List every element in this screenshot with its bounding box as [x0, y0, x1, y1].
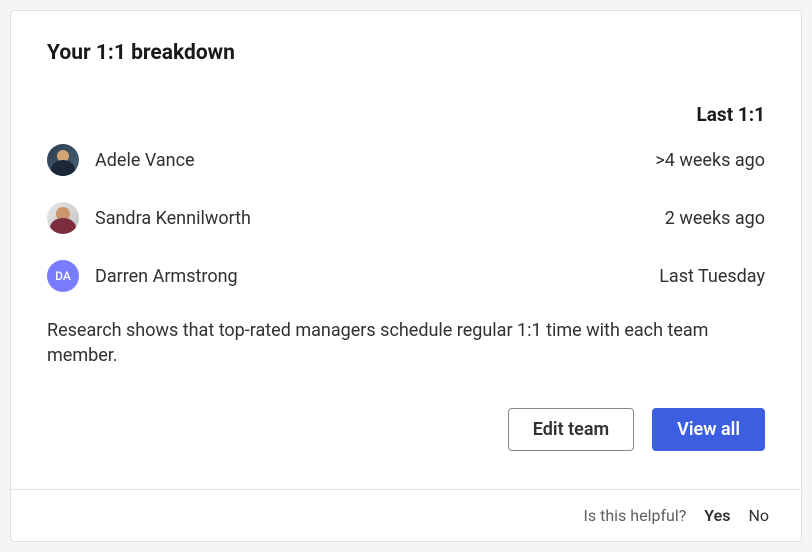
card-title: Your 1:1 breakdown — [47, 41, 765, 65]
helpful-prompt: Is this helpful? — [584, 506, 687, 525]
avatar — [47, 144, 79, 176]
person-left: DA Darren Armstrong — [47, 260, 238, 292]
person-row: Adele Vance >4 weeks ago — [47, 144, 765, 176]
person-last-time: Last Tuesday — [659, 266, 765, 287]
person-name: Sandra Kennilworth — [95, 208, 251, 229]
avatar — [47, 202, 79, 234]
person-name: Darren Armstrong — [95, 266, 238, 287]
breakdown-card: Your 1:1 breakdown Last 1:1 Adele Vance … — [10, 10, 802, 542]
helpful-no-button[interactable]: No — [748, 506, 769, 525]
list-header: Last 1:1 — [47, 103, 765, 126]
helpful-yes-button[interactable]: Yes — [704, 506, 730, 525]
research-text: Research shows that top-rated managers s… — [47, 318, 765, 368]
card-body: Your 1:1 breakdown Last 1:1 Adele Vance … — [11, 11, 801, 451]
person-last-time: 2 weeks ago — [665, 208, 765, 229]
person-last-time: >4 weeks ago — [655, 150, 765, 171]
person-row: DA Darren Armstrong Last Tuesday — [47, 260, 765, 292]
last-column-header: Last 1:1 — [696, 103, 765, 126]
button-row: Edit team View all — [47, 408, 765, 451]
avatar: DA — [47, 260, 79, 292]
person-left: Sandra Kennilworth — [47, 202, 251, 234]
helpful-bar: Is this helpful? Yes No — [11, 489, 801, 541]
person-name: Adele Vance — [95, 150, 195, 171]
view-all-button[interactable]: View all — [652, 408, 765, 451]
person-row: Sandra Kennilworth 2 weeks ago — [47, 202, 765, 234]
person-left: Adele Vance — [47, 144, 195, 176]
edit-team-button[interactable]: Edit team — [508, 408, 634, 451]
